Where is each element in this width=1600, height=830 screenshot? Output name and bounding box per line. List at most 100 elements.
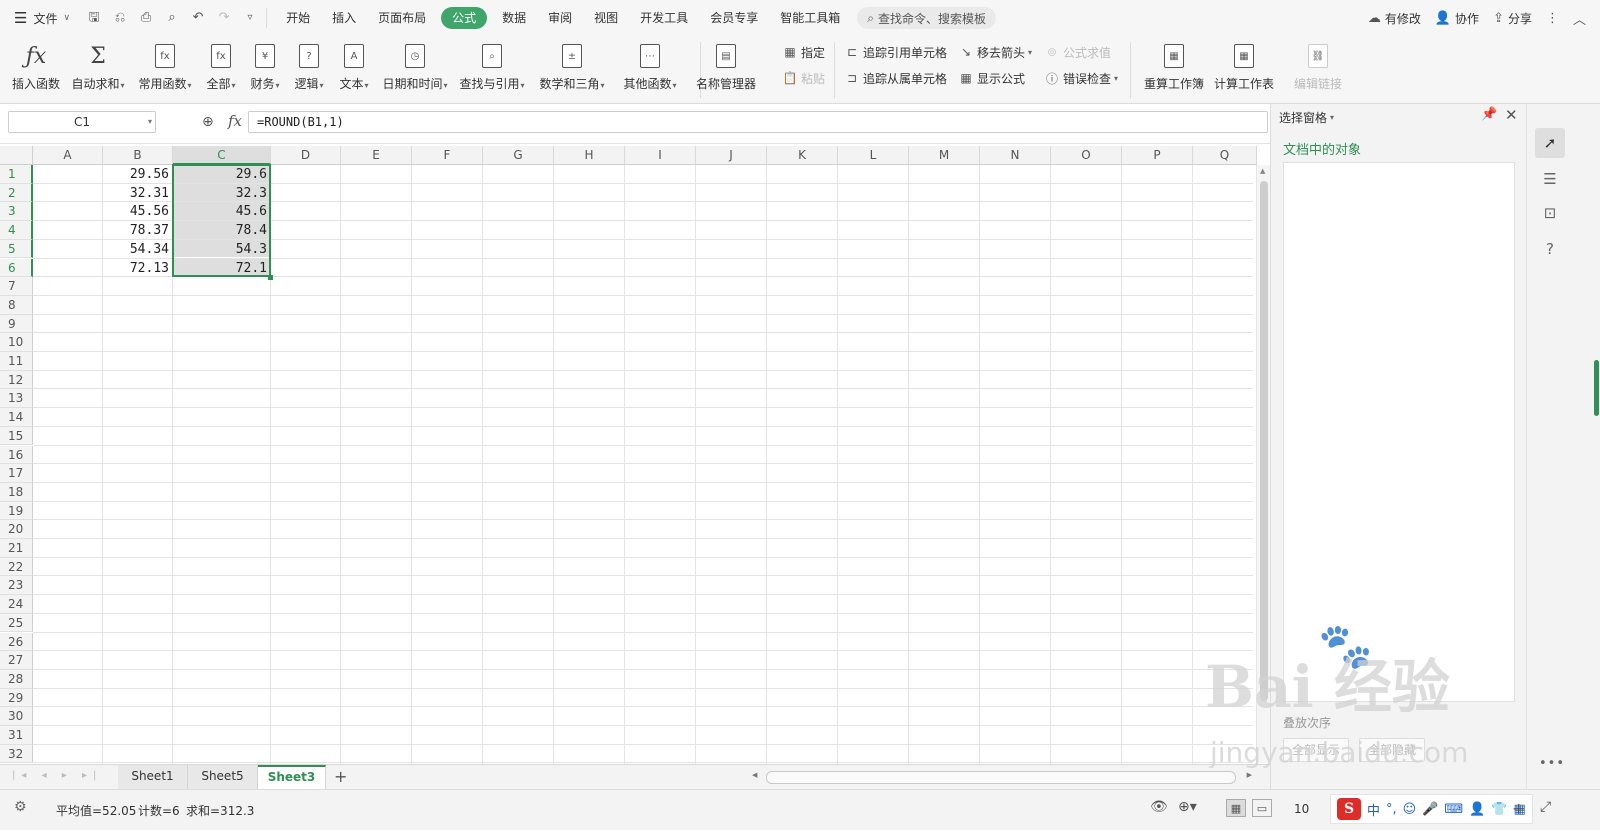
worksheet-grid[interactable]: A B C D E F G H I J K L M N O P Q 1 2 3 4 5 6 7 8 9 10 11 12 13 14 15 16…: [0, 146, 1270, 764]
emoji-icon[interactable]: ☺: [1403, 802, 1417, 817]
user-icon[interactable]: 👤: [1469, 802, 1485, 817]
search-box[interactable]: ⌕ 查找命令、搜索模板: [857, 7, 996, 29]
trace-precedents-button[interactable]: ⊏ 追踪引用单元格: [844, 42, 947, 62]
tab-6[interactable]: 视图: [583, 7, 629, 29]
row-header-17[interactable]: 17: [0, 464, 33, 483]
cell-B3[interactable]: 45.56: [103, 202, 172, 220]
row-header-3[interactable]: 3: [0, 202, 33, 222]
insert-function-fx-icon[interactable]: fx: [228, 112, 242, 130]
error-check-button[interactable]: ⓘ 错误检查 ▾: [1044, 68, 1118, 88]
ime-toolbar[interactable]: S 中 °, ☺ 🎤 ⌨ 👤 👕 ▦: [1330, 794, 1533, 824]
page-layout-icon[interactable]: ▭: [1252, 799, 1272, 817]
skin-icon[interactable]: 👕: [1491, 802, 1507, 817]
collab-button[interactable]: 👤 协作: [1435, 10, 1479, 27]
cell-B5[interactable]: 54.34: [103, 240, 172, 258]
edit-links-button[interactable]: ⛓ 编辑链接: [1290, 36, 1346, 104]
row-header-32[interactable]: 32: [0, 744, 33, 764]
column-header-C[interactable]: C: [173, 146, 271, 165]
select-all-corner[interactable]: [0, 146, 33, 165]
cell-C6[interactable]: 72.1: [173, 258, 270, 277]
cell-C4[interactable]: 78.4: [173, 221, 270, 239]
sliders-icon[interactable]: ☰: [1535, 164, 1565, 194]
save-icon[interactable]: 🖫: [82, 8, 106, 28]
ribbon-button-8[interactable]: ⌕ 查找与引用▾: [454, 36, 530, 104]
row-header-26[interactable]: 26: [0, 632, 33, 652]
objects-list[interactable]: [1283, 162, 1515, 702]
vertical-scroll-thumb[interactable]: [1260, 181, 1268, 701]
tab-7[interactable]: 开发工具: [629, 7, 699, 29]
cell-C2[interactable]: 32.3: [173, 183, 270, 202]
column-header-H[interactable]: H: [554, 146, 625, 165]
cell-B4[interactable]: 78.37: [103, 221, 172, 239]
undo-icon[interactable]: ↶: [186, 8, 210, 28]
column-header-E[interactable]: E: [341, 146, 412, 165]
print-preview-icon[interactable]: ⌕: [160, 8, 184, 28]
scroll-up-icon[interactable]: ▲: [1260, 167, 1265, 175]
row-header-23[interactable]: 23: [0, 576, 33, 596]
column-header-N[interactable]: N: [980, 146, 1051, 165]
tab-9[interactable]: 智能工具箱: [769, 7, 851, 29]
modified-button[interactable]: ☁ 有修改: [1368, 10, 1421, 27]
row-header-14[interactable]: 14: [0, 408, 33, 427]
selection-pane-title[interactable]: 选择窗格 ▾: [1279, 109, 1334, 126]
row-header-5[interactable]: 5: [0, 239, 33, 259]
tab-8[interactable]: 会员专享: [699, 7, 769, 29]
column-header-F[interactable]: F: [412, 146, 483, 165]
row-header-28[interactable]: 28: [0, 669, 33, 689]
horizontal-scrollbar[interactable]: ◀ ▶: [752, 771, 1252, 784]
column-header-K[interactable]: K: [767, 146, 838, 165]
sogou-ime-icon[interactable]: S: [1337, 798, 1361, 820]
column-header-D[interactable]: D: [271, 146, 341, 165]
row-header-9[interactable]: 9: [0, 314, 33, 334]
tab-3[interactable]: 公式: [441, 7, 488, 29]
row-header-30[interactable]: 30: [0, 707, 33, 726]
scroll-left-icon[interactable]: ◀: [752, 771, 757, 779]
print-icon[interactable]: ⎙: [134, 8, 158, 28]
share-button[interactable]: ⇪ 分享: [1493, 10, 1532, 27]
column-header-O[interactable]: O: [1051, 146, 1122, 165]
row-header-24[interactable]: 24: [0, 595, 33, 614]
cell-B1[interactable]: 29.56: [103, 165, 172, 183]
fill-handle[interactable]: [268, 275, 273, 281]
side-scroll-indicator[interactable]: [1594, 360, 1599, 416]
column-header-M[interactable]: M: [909, 146, 980, 165]
ribbon-button-11[interactable]: ▤ 名称管理器: [692, 36, 760, 104]
tab-2[interactable]: 页面布局: [367, 7, 437, 29]
ime-punct[interactable]: °,: [1386, 802, 1397, 817]
keyboard-icon[interactable]: ⌨: [1444, 802, 1463, 817]
customize-toolbar-icon[interactable]: ▿: [238, 8, 262, 28]
row-header-6[interactable]: 6: [0, 258, 33, 278]
more-menu-button[interactable]: ⋮: [1546, 11, 1559, 26]
row-header-12[interactable]: 12: [0, 370, 33, 390]
column-header-A[interactable]: A: [33, 146, 103, 165]
zoom-in-icon[interactable]: +: [1512, 799, 1525, 818]
evaluate-formula-button[interactable]: ⊚ 公式求值: [1044, 42, 1111, 62]
scroll-right-icon[interactable]: ▶: [1247, 771, 1252, 779]
row-header-13[interactable]: 13: [0, 389, 33, 409]
file-menu-button[interactable]: ☰ 文件 ∨: [0, 0, 78, 36]
zoom-formula-icon[interactable]: ⊕: [202, 114, 214, 130]
formula-input[interactable]: =ROUND(B1,1): [248, 111, 1268, 133]
row-header-4[interactable]: 4: [0, 221, 33, 240]
output-pdf-icon[interactable]: ⎌: [108, 8, 132, 28]
cell-C3[interactable]: 45.6: [173, 202, 270, 221]
sheet-tab-1[interactable]: Sheet5: [188, 765, 258, 789]
remove-arrows-button[interactable]: ↘ 移去箭头 ▾: [958, 42, 1032, 62]
mic-icon[interactable]: 🎤: [1422, 802, 1438, 817]
column-header-Q[interactable]: Q: [1193, 146, 1257, 165]
row-header-7[interactable]: 7: [0, 277, 33, 296]
assign-button[interactable]: ▦ 指定: [782, 42, 825, 62]
column-header-G[interactable]: G: [483, 146, 554, 165]
language-icon[interactable]: ⊕▾: [1178, 799, 1197, 815]
macro-record-icon[interactable]: ⚙: [14, 799, 27, 815]
name-box[interactable]: C1 ▾: [8, 111, 156, 133]
row-header-22[interactable]: 22: [0, 557, 33, 577]
ime-mode[interactable]: 中: [1367, 800, 1380, 819]
row-header-25[interactable]: 25: [0, 613, 33, 633]
ribbon-button-7[interactable]: ◷ 日期和时间▾: [378, 36, 452, 104]
hide-all-button[interactable]: 全部隐藏: [1359, 738, 1426, 762]
zoom-level[interactable]: 10: [1294, 802, 1309, 816]
tab-0[interactable]: 开始: [275, 7, 321, 29]
cell-C5[interactable]: 54.3: [173, 239, 270, 258]
row-header-31[interactable]: 31: [0, 726, 33, 745]
